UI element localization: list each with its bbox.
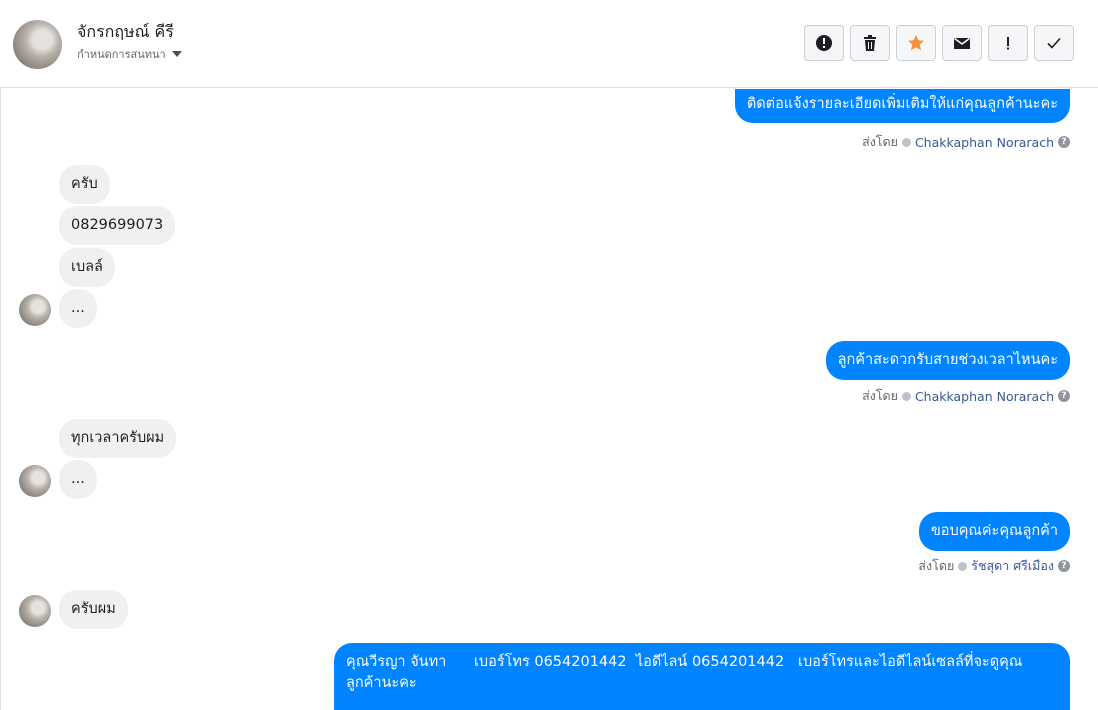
contact-name[interactable]: จักรกฤษณ์ คีรี bbox=[77, 20, 174, 45]
message-text: 0829699073 bbox=[71, 217, 164, 233]
sender-link[interactable]: Chakkaphan Norarach bbox=[915, 389, 1054, 404]
follow-up-button[interactable] bbox=[988, 25, 1028, 61]
message-text: ครับผม bbox=[71, 601, 116, 617]
sent-by-label: ส่งโดย bbox=[862, 134, 898, 149]
sent-by-row: ส่งโดย รัชสุดา ศรีเมือง ? bbox=[918, 556, 1070, 576]
help-icon[interactable]: ? bbox=[1058, 560, 1070, 572]
check-icon bbox=[1047, 37, 1061, 49]
outgoing-message[interactable]: ลูกค้าสะดวกรับสายช่วงเวลาไหนคะ bbox=[825, 341, 1070, 380]
mark-spam-button[interactable] bbox=[804, 25, 844, 61]
caret-down-icon bbox=[171, 51, 182, 57]
alert-circle-icon bbox=[816, 35, 832, 51]
star-button[interactable] bbox=[896, 25, 936, 61]
verified-icon bbox=[958, 561, 968, 571]
incoming-message[interactable]: เบลล์ bbox=[59, 248, 115, 287]
message-text: ลูกค้าสะดวกรับสายช่วงเวลาไหนคะ bbox=[837, 352, 1058, 368]
outgoing-message[interactable]: ติดต่อแจ้งรายละเอียดเพิ่มเติมให้แก่คุณลู… bbox=[734, 89, 1070, 123]
mark-unread-button[interactable] bbox=[942, 25, 982, 61]
contact-avatar[interactable] bbox=[13, 20, 62, 69]
message-text: ทุกเวลาครับผม bbox=[71, 430, 165, 446]
message-text: ลูกค้านะคะ bbox=[346, 675, 417, 691]
message-text: ติดต่อแจ้งรายละเอียดเพิ่มเติมให้แก่คุณลู… bbox=[746, 96, 1058, 112]
sent-by-row: ส่งโดย Chakkaphan Norarach ? bbox=[862, 386, 1070, 406]
mark-done-button[interactable] bbox=[1034, 25, 1074, 61]
conversation-settings-label: กำหนดการสนทนา bbox=[77, 48, 166, 61]
trash-icon bbox=[864, 35, 876, 51]
contact-avatar-small[interactable] bbox=[19, 294, 51, 326]
sender-link[interactable]: รัชสุดา ศรีเมือง bbox=[971, 556, 1054, 576]
message-text: ... bbox=[71, 300, 85, 316]
delete-button[interactable] bbox=[850, 25, 890, 61]
message-text: คุณวีรญา จันทา เบอร์โทร 0654201442 ไอดีไ… bbox=[346, 654, 1023, 670]
contact-avatar-small[interactable] bbox=[19, 465, 51, 497]
incoming-message[interactable]: 0829699073 bbox=[59, 206, 176, 245]
help-icon[interactable]: ? bbox=[1058, 390, 1070, 402]
conversation-settings-dropdown[interactable]: กำหนดการสนทนา bbox=[77, 45, 182, 63]
sent-by-label: ส่งโดย bbox=[862, 388, 898, 403]
exclamation-icon bbox=[1007, 37, 1009, 50]
message-text: ขอบคุณค่ะคุณลูกค้า bbox=[930, 523, 1058, 539]
sender-link[interactable]: Chakkaphan Norarach bbox=[915, 135, 1054, 150]
message-text: ครับ bbox=[71, 176, 98, 192]
star-icon bbox=[908, 35, 924, 51]
message-thread[interactable]: ติดต่อแจ้งรายละเอียดเพิ่มเติมให้แก่คุณลู… bbox=[0, 89, 1098, 710]
incoming-message[interactable]: ทุกเวลาครับผม bbox=[59, 419, 177, 458]
sent-by-row: ส่งโดย Chakkaphan Norarach ? bbox=[862, 132, 1070, 152]
message-text: ... bbox=[71, 471, 85, 487]
incoming-message[interactable]: ... bbox=[59, 460, 97, 499]
contact-avatar-small[interactable] bbox=[19, 595, 51, 627]
help-icon[interactable]: ? bbox=[1058, 136, 1070, 148]
conversation-header: จักรกฤษณ์ คีรี กำหนดการสนทนา bbox=[0, 0, 1098, 88]
outgoing-message[interactable]: คุณวีรญา จันทา เบอร์โทร 0654201442 ไอดีไ… bbox=[334, 643, 1070, 710]
envelope-icon bbox=[954, 37, 970, 49]
incoming-message[interactable]: ... bbox=[59, 289, 97, 328]
verified-icon bbox=[901, 137, 911, 147]
message-text: เบลล์ bbox=[71, 259, 103, 275]
action-toolbar bbox=[804, 25, 1074, 61]
sent-by-label: ส่งโดย bbox=[918, 558, 955, 573]
verified-icon bbox=[901, 391, 911, 401]
incoming-message[interactable]: ครับผม bbox=[59, 590, 128, 629]
incoming-message[interactable]: ครับ bbox=[59, 165, 110, 204]
outgoing-message[interactable]: ขอบคุณค่ะคุณลูกค้า bbox=[918, 512, 1070, 551]
